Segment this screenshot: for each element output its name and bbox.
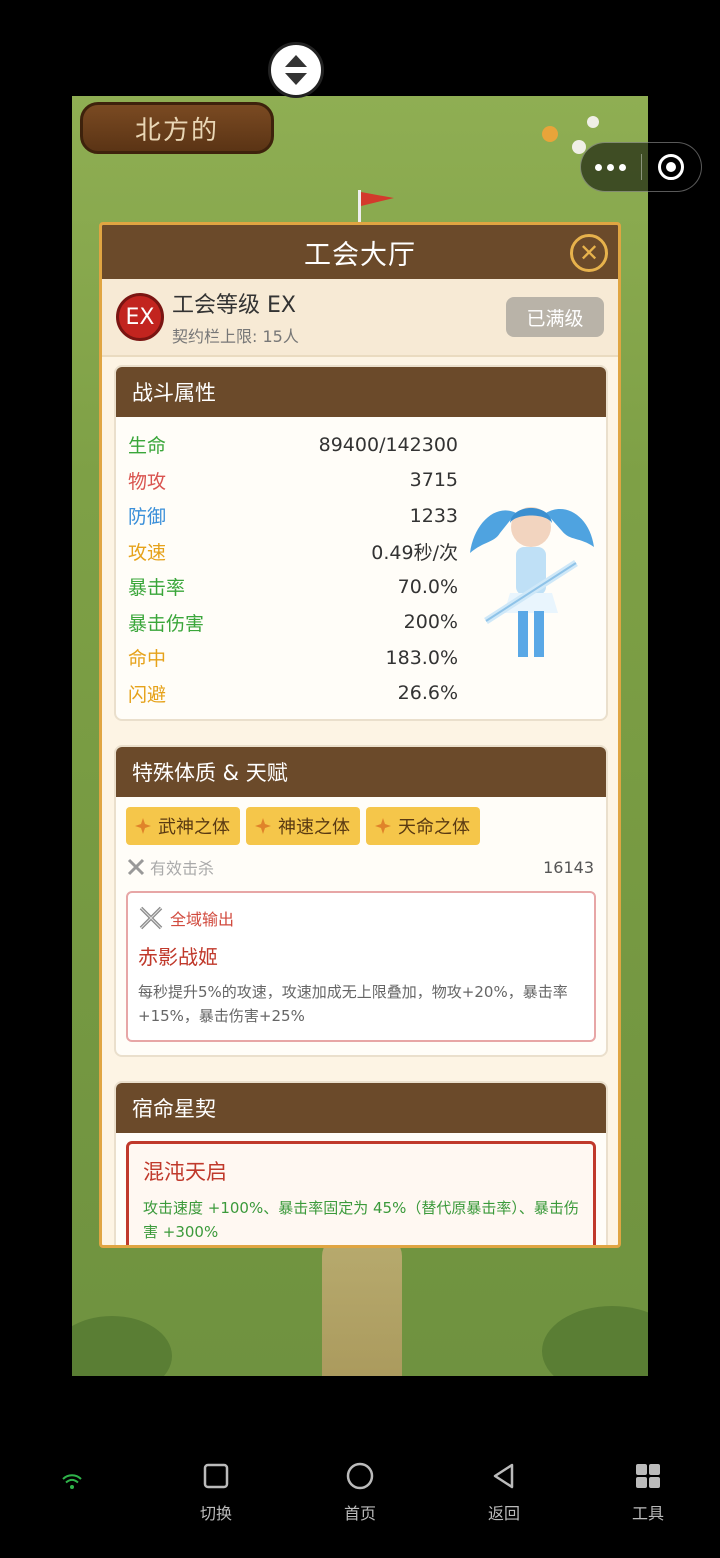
heroine-portrait [470, 507, 594, 657]
nav-label: 返回 [487, 1504, 520, 1523]
fate-section: 宿命星契 混沌天启 攻击速度 +100%、暴击率固定为 45%（替代原暴击率）、… [114, 1081, 608, 1245]
nav-label: 首页 [343, 1504, 376, 1523]
kills-row: 有效击杀 16143 [116, 845, 606, 879]
flower [587, 116, 599, 128]
dot-icon [619, 163, 627, 171]
talents-section: 特殊体质 & 天赋 武神之体 神速之体 天命之体 有效击杀 16143 全域输出… [114, 745, 608, 1057]
section-title: 特殊体质 & 天赋 [116, 747, 606, 797]
guild-level-row: EX 工会等级 EX 契约栏上限: 15人 已满级 [102, 279, 618, 357]
screen: 北方的 工会大厅 ✕ EX 工会等级 EX 契约栏上限: 15人 已满级 战斗属… [0, 0, 720, 1558]
stat-row: 闪避 26.6% [128, 676, 458, 712]
sparkle-icon [375, 818, 391, 834]
section-title: 宿命星契 [116, 1083, 606, 1133]
combat-stats-section: 战斗属性 生命 89400/142300 物攻 3715 防御 1233 攻速 0.49秒/次… [114, 365, 608, 721]
talent-label: 武神之体 [158, 817, 230, 838]
max-level-button[interactable]: 已满级 [506, 297, 604, 337]
stat-row: 命中 183.0% [128, 640, 458, 676]
modal-title: 工会大厅 [304, 239, 416, 271]
stat-row: 攻速 0.49秒/次 [128, 534, 458, 570]
crossed-swords-icon [139, 906, 163, 930]
talent-list: 武神之体 神速之体 天命之体 [116, 797, 606, 845]
wifi-icon [62, 1474, 82, 1489]
contract-limit: 契约栏上限: 15人 [172, 327, 299, 346]
talent-label: 天命之体 [398, 817, 470, 838]
skill-tag: 全域输出 [170, 910, 235, 929]
miniprogram-capsule [580, 142, 702, 192]
circle-icon [346, 1462, 374, 1490]
nav-tools-button[interactable]: 工具 [608, 1462, 688, 1524]
stat-value: 0.49秒/次 [371, 541, 458, 564]
stat-row: 暴击伤害 200% [128, 605, 458, 641]
section-title: 战斗属性 [116, 367, 606, 417]
stat-name: 攻速 [128, 541, 167, 564]
nav-label: 工具 [631, 1504, 664, 1523]
player-name: 北方的 [134, 115, 219, 146]
talent-chip[interactable]: 神速之体 [246, 807, 360, 845]
player-name-plate: 北方的 [80, 102, 274, 154]
exit-miniprogram-button[interactable] [641, 143, 701, 191]
kills-value: 16143 [543, 857, 594, 877]
skill-card: 全域输出 赤影战姬 每秒提升5%的攻速，攻速加成无上限叠加，物攻+20%，暴击率… [126, 891, 596, 1042]
dirt-path [322, 1236, 402, 1376]
target-icon [658, 154, 685, 180]
skill-description: 每秒提升5%的攻速，攻速加成无上限叠加，物攻+20%，暴击率+15%，暴击伤害+… [138, 983, 568, 1025]
nav-switch-button[interactable]: 切换 [176, 1462, 256, 1524]
nav-home-button[interactable]: 首页 [320, 1462, 400, 1524]
nav-back-button[interactable]: 返回 [464, 1462, 544, 1524]
more-button[interactable] [581, 143, 641, 191]
crossed-swords-icon [127, 858, 145, 876]
sparkle-icon [135, 818, 151, 834]
ex-badge: EX [116, 293, 164, 341]
stat-name: 生命 [128, 435, 167, 458]
flower [542, 126, 558, 142]
flag-icon [358, 190, 394, 226]
talent-chip[interactable]: 天命之体 [366, 807, 480, 845]
talent-chip[interactable]: 武神之体 [126, 807, 240, 845]
dot-icon [607, 163, 615, 171]
sparkle-icon [255, 818, 271, 834]
grid-icon [636, 1464, 660, 1488]
stat-value: 3715 [409, 469, 458, 492]
talent-label: 神速之体 [278, 817, 350, 838]
modal-header: 工会大厅 ✕ [102, 225, 618, 279]
stat-value: 26.6% [397, 682, 458, 705]
stat-name: 暴击率 [128, 577, 186, 600]
fate-name: 混沌天启 [143, 1160, 227, 1184]
fate-description: 攻击速度 +100%、暴击率固定为 45%（替代原暴击率）、暴击伤害 +300% [143, 1199, 579, 1241]
stat-value: 200% [403, 611, 458, 634]
stat-row: 生命 89400/142300 [128, 427, 458, 463]
close-button[interactable]: ✕ [570, 234, 608, 272]
stat-row: 暴击率 70.0% [128, 569, 458, 605]
skill-name: 赤影战姬 [138, 945, 218, 969]
square-icon [203, 1463, 229, 1489]
guild-hall-modal: 工会大厅 ✕ EX 工会等级 EX 契约栏上限: 15人 已满级 战斗属性 生命… [99, 222, 621, 1248]
stat-value: 183.0% [385, 646, 458, 669]
stat-name: 闪避 [128, 683, 167, 706]
drag-handle-button[interactable] [268, 42, 324, 98]
kills-label: 有效击杀 [150, 859, 215, 878]
system-navigation-bar: 切换 首页 返回 工具 [0, 1440, 720, 1558]
guild-level: 工会等级 EX [172, 293, 296, 318]
up-down-arrows-icon [285, 55, 307, 85]
close-icon: ✕ [578, 239, 600, 267]
stat-row: 物攻 3715 [128, 463, 458, 499]
nav-label: 切换 [199, 1504, 232, 1523]
stat-name: 防御 [128, 506, 167, 529]
stat-value: 70.0% [397, 575, 458, 598]
stat-name: 命中 [128, 648, 167, 671]
stat-row: 防御 1233 [128, 498, 458, 534]
stat-name: 暴击伤害 [128, 612, 205, 635]
stat-value: 1233 [409, 504, 458, 527]
fate-card: 混沌天启 攻击速度 +100%、暴击率固定为 45%（替代原暴击率）、暴击伤害 … [126, 1141, 596, 1245]
stat-name: 物攻 [128, 470, 167, 493]
bush [72, 1316, 172, 1376]
stat-value: 89400/142300 [318, 433, 458, 456]
back-triangle-icon [493, 1463, 514, 1489]
dot-icon [595, 163, 603, 171]
bush [542, 1306, 648, 1376]
